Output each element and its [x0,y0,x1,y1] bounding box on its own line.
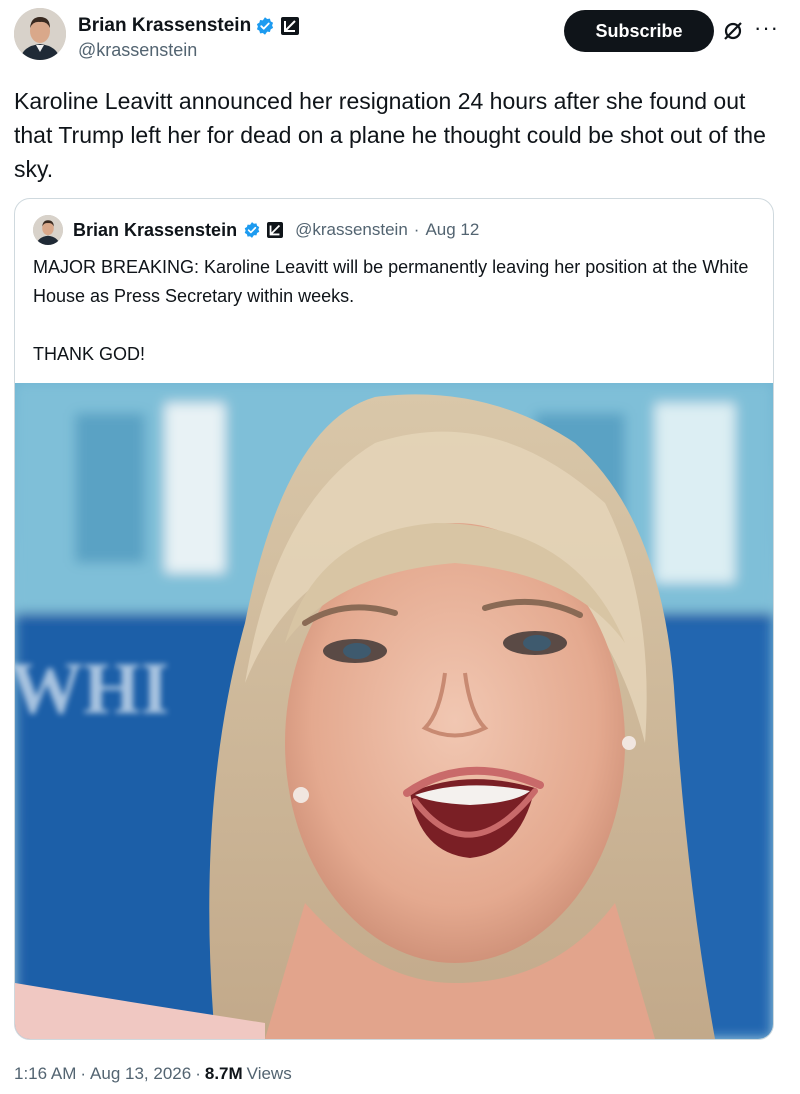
quoted-post-image[interactable]: WHI [15,383,773,1039]
views-label: Views [246,1064,292,1083]
post-header: Brian Krassenstein @krassenstein Subscri… [14,8,786,68]
quoted-author-avatar[interactable] [33,215,63,245]
author-name[interactable]: Brian Krassenstein [78,15,251,37]
quoted-author-name[interactable]: Brian Krassenstein [73,220,237,241]
verified-badge-icon[interactable] [255,16,275,36]
quoted-post-text: MAJOR BREAKING: Karoline Leavitt will be… [33,253,763,369]
separator-dot: · [413,220,420,239]
more-icon[interactable]: ··· [754,17,779,39]
quoted-text-paragraph: THANK GOD! [33,344,146,364]
post-time[interactable]: 1:16 AM [14,1064,76,1084]
quoted-text-paragraph: MAJOR BREAKING: Karoline Leavitt will be… [33,257,749,306]
grok-icon[interactable] [722,20,744,42]
affiliate-badge-icon[interactable] [281,17,300,35]
quoted-author-handle: @krassenstein [295,220,408,239]
quoted-post[interactable]: Brian Krassenstein @krassenstein · Aug 1… [14,198,774,1040]
quoted-post-date[interactable]: Aug 12 [425,220,479,240]
separator-dot: · [80,1064,87,1083]
post-date[interactable]: Aug 13, 2026 [90,1064,191,1084]
author-avatar[interactable] [14,8,66,60]
background-sign-text: WHI [15,648,169,730]
views-count: 8.7M [204,1064,243,1083]
verified-badge-icon [243,221,261,239]
post-text: Karoline Leavitt announced her resignati… [14,88,766,182]
author-handle[interactable]: @krassenstein [78,40,299,61]
separator-dot: · [195,1064,201,1083]
subscribe-button[interactable]: Subscribe [564,10,714,52]
affiliate-badge-icon [267,222,284,238]
post-meta: 1:16 AM · Aug 13, 2026 · 8.7M Views [14,1064,292,1084]
